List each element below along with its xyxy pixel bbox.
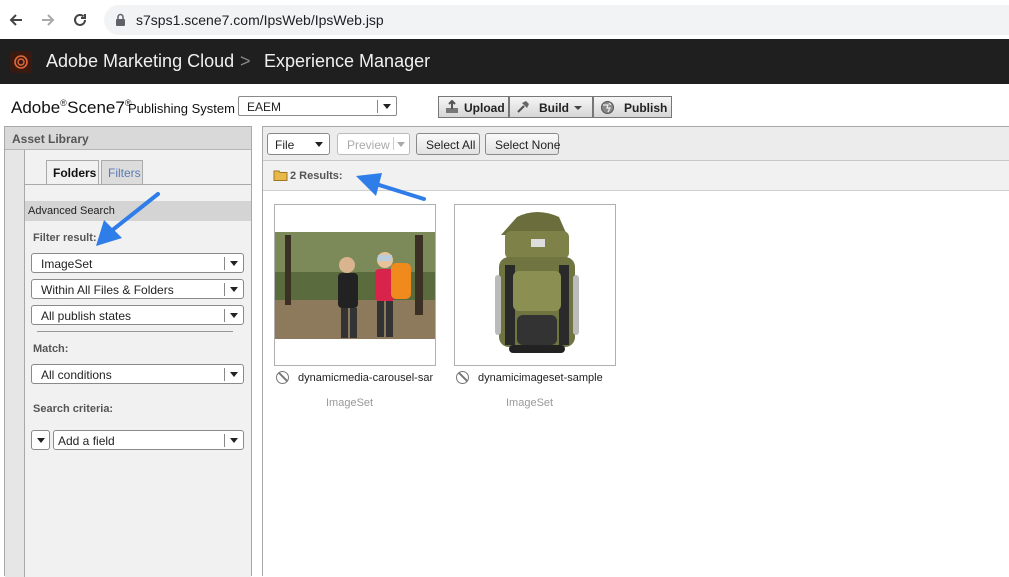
upload-button[interactable]: Upload [438,96,509,118]
select-none-label: Select None [495,138,561,152]
filter-result-label: Filter result: [33,232,97,244]
filter-type-select[interactable]: ImageSet [31,253,244,273]
filter-publish-select[interactable]: All publish states [31,305,244,325]
marketing-cloud-bar: Adobe Marketing Cloud > Experience Manag… [0,39,1009,84]
chevron-down-icon [230,438,238,443]
build-label: Build [539,101,569,115]
filter-scope-value: Within All Files & Folders [41,283,174,297]
file-menu-label: File [275,138,295,152]
unpublished-icon [456,371,469,384]
experience-manager-link[interactable]: Experience Manager [264,51,430,72]
address-bar[interactable]: s7sps1.scene7.com/IpsWeb/IpsWeb.jsp [104,5,1009,35]
asset-name: dynamicmedia-carousel-sample [298,372,433,384]
asset-library-title: Asset Library [5,127,251,150]
add-field-select[interactable]: Add a field [53,430,244,450]
breadcrumb-separator: > [240,51,251,71]
match-value: All conditions [41,368,112,382]
forward-icon[interactable] [38,10,58,30]
company-select-value: EAEM [247,100,282,114]
globe-icon [600,100,614,114]
filter-scope-select[interactable]: Within All Files & Folders [31,279,244,299]
publishing-system-label: Publishing System [128,101,235,116]
marketing-cloud-link[interactable]: Adobe Marketing Cloud [46,51,234,72]
company-select[interactable]: EAEM [238,96,397,116]
hammer-icon [516,100,530,114]
criteria-operator-select[interactable] [31,430,50,450]
match-select[interactable]: All conditions [31,364,244,384]
url-text: s7sps1.scene7.com/IpsWeb/IpsWeb.jsp [136,12,384,28]
asset-thumbnail-imageset[interactable] [454,204,616,366]
tab-filters[interactable]: Filters [101,160,143,184]
hikers-image [275,232,435,339]
browser-toolbar: s7sps1.scene7.com/IpsWeb/IpsWeb.jsp [0,0,1009,39]
file-menu[interactable]: File [267,133,330,155]
asset-name: dynamicimageset-sample [478,372,603,384]
annotation-arrow-icon [356,173,426,201]
preview-menu[interactable]: Preview [337,133,410,155]
publish-button[interactable]: Publish [593,96,672,118]
tab-folders[interactable]: Folders [46,160,99,184]
lock-icon [115,13,126,29]
build-button[interactable]: Build [509,96,593,118]
backpack-image [495,212,579,353]
unpublished-icon [276,371,289,384]
match-label: Match: [33,343,69,355]
reload-icon[interactable] [70,10,90,30]
back-icon[interactable] [6,10,26,30]
filter-publish-value: All publish states [41,309,132,323]
scene7-header: Adobe® Scene7® Publishing System EAEM Up… [0,84,1009,124]
adobe-logo-icon[interactable] [10,51,32,73]
chevron-down-icon [574,106,582,110]
upload-icon [445,99,459,114]
chevron-down-icon [230,261,238,266]
publish-label: Publish [624,101,668,115]
select-none-button[interactable]: Select None [485,133,561,155]
scene7-logo: Adobe® Scene7® [11,98,132,117]
add-field-value: Add a field [58,434,115,448]
asset-thumbnail-carousel[interactable] [274,204,436,366]
filter-type-value: ImageSet [41,257,93,271]
asset-type: ImageSet [326,397,374,409]
select-all-button[interactable]: Select All [416,133,480,155]
search-criteria-label: Search criteria: [33,403,114,415]
results-count: 2 Results: [290,170,343,182]
select-all-label: Select All [426,138,476,152]
chevron-down-icon [315,142,323,147]
annotation-arrow-icon [96,192,160,246]
upload-label: Upload [464,101,505,115]
chevron-down-icon [37,438,45,443]
folder-icon [273,169,288,184]
asset-type: ImageSet [506,397,554,409]
asset-toolbar: File Preview Select All Select None [263,127,1009,161]
chevron-down-icon [230,313,238,318]
chevron-down-icon [230,287,238,292]
chevron-down-icon [230,372,238,377]
divider [37,331,233,332]
panel-collapse-strip[interactable] [5,150,25,577]
preview-menu-label: Preview [347,138,390,152]
chevron-down-icon [383,104,391,109]
chevron-down-icon [397,142,405,147]
